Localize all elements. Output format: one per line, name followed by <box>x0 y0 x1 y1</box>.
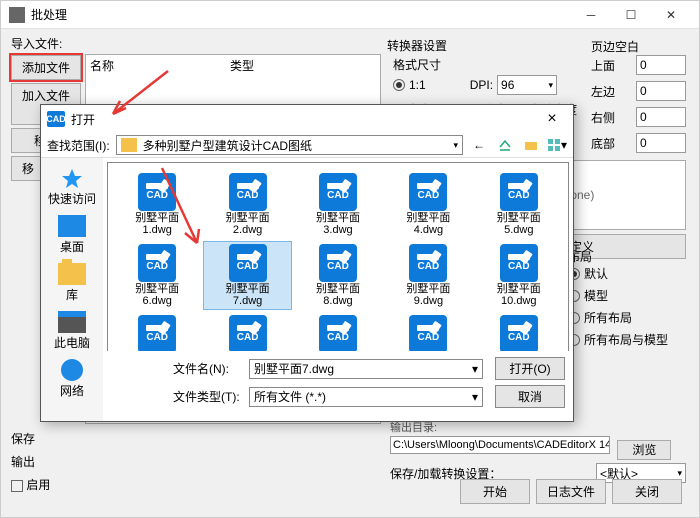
file-item[interactable]: CAD别墅平面14.dwg <box>385 313 471 351</box>
margin-right-label: 右侧 <box>591 109 632 126</box>
start-checkbox[interactable] <box>11 480 23 492</box>
file-item[interactable]: CAD别墅平面8.dwg <box>295 242 381 309</box>
start-button[interactable]: 开始 <box>460 479 530 504</box>
sidebar-thispc[interactable]: 此电脑 <box>54 308 90 354</box>
margin-right-input[interactable] <box>636 107 686 127</box>
filename-label: 文件名(N): <box>173 360 243 377</box>
file-item[interactable]: CAD别墅平面3.dwg <box>295 171 381 238</box>
ratio-radio[interactable] <box>393 79 405 91</box>
main-titlebar: 批处理 ─ ☐ ✕ <box>1 1 699 29</box>
file-item[interactable]: CAD别墅平面13.dwg <box>295 313 381 351</box>
window-title: 批处理 <box>31 6 571 23</box>
margin-top-label: 上面 <box>591 57 632 74</box>
file-name: 别墅平面10.dwg <box>497 283 541 307</box>
dialog-titlebar: CAD 打开 × <box>41 105 573 133</box>
margin-bottom-input[interactable] <box>636 133 686 153</box>
file-name: 别墅平面8.dwg <box>316 283 360 307</box>
cad-file-icon: CAD <box>409 244 447 282</box>
file-item[interactable]: CAD别墅平面10.dwg <box>476 242 562 309</box>
add-file-button[interactable]: 添加文件 <box>11 55 81 80</box>
log-button[interactable]: 日志文件 <box>536 479 606 504</box>
open-button[interactable]: 打开(O) <box>495 357 565 380</box>
browse-button[interactable]: 浏览 <box>617 440 671 460</box>
margin-top-input[interactable] <box>636 55 686 75</box>
margin-title: 页边空白 <box>591 38 686 55</box>
up-button[interactable] <box>495 135 515 155</box>
cad-file-icon: CAD <box>138 315 176 351</box>
file-name: 别墅平面3.dwg <box>316 212 360 236</box>
location-text: 多种别墅户型建筑设计CAD图纸 <box>141 137 450 154</box>
maximize-button[interactable]: ☐ <box>611 1 651 29</box>
cad-file-icon: CAD <box>138 244 176 282</box>
cancel-button[interactable]: 取消 <box>495 385 565 408</box>
col-type: 类型 <box>230 57 254 74</box>
back-button[interactable]: ← <box>469 135 489 155</box>
file-item[interactable]: CAD别墅平面15.dwg <box>476 313 562 351</box>
import-label: 导入文件: <box>11 35 381 52</box>
file-grid: CAD别墅平面1.dwgCAD别墅平面2.dwgCAD别墅平面3.dwgCAD别… <box>107 162 569 351</box>
close-main-button[interactable]: 关闭 <box>612 479 682 504</box>
minimize-button[interactable]: ─ <box>571 1 611 29</box>
view-button[interactable]: ▾ <box>547 135 567 155</box>
new-folder-button[interactable] <box>521 135 541 155</box>
open-dialog: CAD 打开 × 查找范围(I): 多种别墅户型建筑设计CAD图纸 ▾ ← ▾ … <box>40 104 574 422</box>
file-item[interactable]: CAD别墅平面4.dwg <box>385 171 471 238</box>
file-name: 别墅平面7.dwg <box>226 283 270 307</box>
dialog-sidebar: 快速访问 桌面 库 此电脑 网络 <box>41 158 103 421</box>
cad-file-icon: CAD <box>319 173 357 211</box>
ratio-label: 1:1 <box>409 78 426 92</box>
file-name: 别墅平面2.dwg <box>226 212 270 236</box>
save-label: 保存 <box>11 430 35 447</box>
col-name: 名称 <box>90 57 230 74</box>
file-item[interactable]: CAD别墅平面7.dwg <box>204 242 290 309</box>
cad-file-icon: CAD <box>500 173 538 211</box>
margin-left-label: 左边 <box>591 83 632 100</box>
filetype-combo[interactable]: 所有文件 (*.*)▾ <box>249 387 483 407</box>
file-name: 别墅平面6.dwg <box>135 283 179 307</box>
folder-icon <box>121 138 137 152</box>
file-name: 别墅平面4.dwg <box>406 212 450 236</box>
search-range-label: 查找范围(I): <box>47 137 110 154</box>
file-name: 别墅平面9.dwg <box>406 283 450 307</box>
file-item[interactable]: CAD别墅平面5.dwg <box>476 171 562 238</box>
cad-file-icon: CAD <box>500 244 538 282</box>
dialog-title: 打开 <box>71 111 537 128</box>
cad-file-icon: CAD <box>319 315 357 351</box>
output-path-box[interactable]: C:\Users\Mloong\Documents\CADEditorX 14\… <box>390 436 610 454</box>
cad-file-icon: CAD <box>319 244 357 282</box>
file-item[interactable]: CAD别墅平面9.dwg <box>385 242 471 309</box>
cad-file-icon: CAD <box>229 315 267 351</box>
close-button[interactable]: ✕ <box>651 1 691 29</box>
file-item[interactable]: CAD别墅平面6.dwg <box>114 242 200 309</box>
file-item[interactable]: CAD别墅平面11.dwg <box>114 313 200 351</box>
output-label: 输出 <box>11 453 35 470</box>
file-name: 别墅平面1.dwg <box>135 212 179 236</box>
cad-file-icon: CAD <box>138 173 176 211</box>
sidebar-library[interactable]: 库 <box>58 260 86 306</box>
sidebar-desktop[interactable]: 桌面 <box>58 212 86 258</box>
location-combo[interactable]: 多种别墅户型建筑设计CAD图纸 ▾ <box>116 135 463 155</box>
file-name: 别墅平面5.dwg <box>497 212 541 236</box>
cad-file-icon: CAD <box>500 315 538 351</box>
cad-file-icon: CAD <box>229 244 267 282</box>
cad-file-icon: CAD <box>229 173 267 211</box>
remove-all-button[interactable]: 移 <box>11 156 41 181</box>
file-item[interactable]: CAD别墅平面12.dwg <box>204 313 290 351</box>
dpi-label: DPI: <box>470 78 493 92</box>
cad-app-icon: CAD <box>47 111 65 127</box>
app-icon <box>9 7 25 23</box>
filetype-label: 文件类型(T): <box>173 388 243 405</box>
sidebar-network[interactable]: 网络 <box>60 356 84 402</box>
margin-bottom-label: 底部 <box>591 135 632 152</box>
file-item[interactable]: CAD别墅平面2.dwg <box>204 171 290 238</box>
margin-left-input[interactable] <box>636 81 686 101</box>
cad-file-icon: CAD <box>409 173 447 211</box>
cad-file-icon: CAD <box>409 315 447 351</box>
dpi-combo[interactable]: 96▾ <box>497 75 557 95</box>
dialog-close-button[interactable]: × <box>537 110 567 128</box>
sidebar-quickaccess[interactable]: 快速访问 <box>48 164 96 210</box>
start-cb-label: 启用 <box>26 478 50 492</box>
file-item[interactable]: CAD别墅平面1.dwg <box>114 171 200 238</box>
filename-input[interactable]: 别墅平面7.dwg▾ <box>249 359 483 379</box>
